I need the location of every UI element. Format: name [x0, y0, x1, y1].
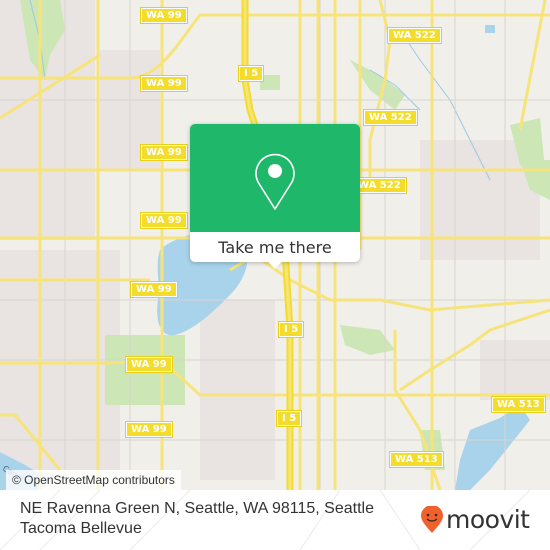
map-pin-icon	[255, 153, 295, 210]
route-shield-i5: I 5	[237, 65, 265, 82]
moovit-face-pin-icon	[421, 505, 443, 533]
route-shield-wa522: WA 522	[352, 177, 407, 194]
route-shield-wa99: WA 99	[125, 356, 173, 373]
location-popup: Take me there	[190, 124, 360, 269]
take-me-there-button[interactable]: Take me there	[190, 232, 360, 262]
route-shield-wa99: WA 99	[140, 144, 188, 161]
popup-tail	[267, 260, 283, 269]
route-shield-wa99: WA 99	[140, 7, 188, 24]
route-shield-wa99: WA 99	[125, 421, 173, 438]
route-shield-wa522: WA 522	[363, 109, 418, 126]
route-shield-i5: I 5	[277, 321, 305, 338]
popup-header	[190, 124, 360, 232]
route-shield-wa513: WA 513	[389, 451, 444, 468]
route-shield-wa99: WA 99	[140, 75, 188, 92]
map[interactable]: Canal WA 99 WA 99 WA 99 WA 99 WA 99 WA 9…	[0, 0, 550, 490]
route-shield-i5: I 5	[275, 410, 303, 427]
map-attribution[interactable]: © OpenStreetMap contributors	[6, 470, 181, 490]
address-text: NE Ravenna Green N, Seattle, WA 98115, S…	[20, 500, 374, 537]
route-shield-wa522: WA 522	[387, 27, 442, 44]
route-shield-wa99: WA 99	[130, 281, 178, 298]
route-shield-wa99: WA 99	[140, 212, 188, 229]
route-shield-wa513: WA 513	[491, 396, 546, 413]
brand-name: moovit	[446, 505, 530, 534]
moovit-logo[interactable]: moovit	[420, 505, 530, 534]
